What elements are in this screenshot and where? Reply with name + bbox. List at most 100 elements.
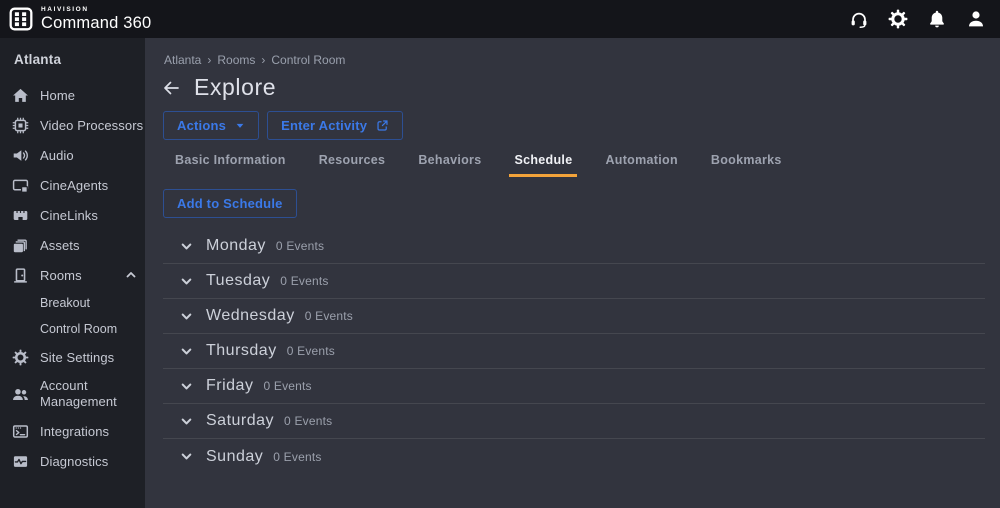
haivision-logo-icon	[9, 7, 33, 31]
chevron-down-icon	[180, 310, 193, 323]
day-event-count: 0 Events	[263, 379, 311, 393]
tab-resources[interactable]: Resources	[314, 153, 391, 177]
sidebar-item-label: Integrations	[40, 424, 109, 439]
schedule-list: Monday 0 Events Tuesday 0 Events Wednesd…	[163, 229, 985, 474]
screen-agent-icon	[12, 177, 29, 194]
sidebar-item-label: Video Processors	[40, 118, 143, 133]
day-name: Sunday	[206, 448, 263, 466]
title-row: Explore	[161, 74, 1000, 101]
schedule-day-thursday[interactable]: Thursday 0 Events	[163, 334, 985, 369]
sidebar-item-label: Home	[40, 88, 75, 103]
day-event-count: 0 Events	[305, 309, 353, 323]
caret-down-icon	[235, 121, 245, 130]
day-name: Monday	[206, 237, 266, 255]
gear-icon	[12, 349, 29, 366]
breadcrumb-separator: ›	[207, 53, 211, 67]
breadcrumb-control-room[interactable]: Control Room	[271, 53, 345, 67]
sidebar-item-home[interactable]: Home	[0, 80, 145, 110]
layers-icon	[12, 237, 29, 254]
sidebar-item-control-room[interactable]: Control Room	[0, 316, 145, 342]
day-name: Wednesday	[206, 307, 295, 325]
schedule-day-tuesday[interactable]: Tuesday 0 Events	[163, 264, 985, 299]
app-window: HAIVISION Command 360	[0, 0, 1000, 508]
account-person-icon[interactable]	[966, 9, 986, 29]
sidebar-item-label: Audio	[40, 148, 74, 163]
sidebar-item-label: Rooms	[40, 268, 82, 283]
add-row: Add to Schedule	[163, 189, 1000, 218]
day-name: Thursday	[206, 342, 277, 360]
actions-button[interactable]: Actions	[163, 111, 259, 140]
day-name: Friday	[206, 377, 253, 395]
day-event-count: 0 Events	[287, 344, 335, 358]
breadcrumb-separator: ›	[261, 53, 265, 67]
schedule-day-monday[interactable]: Monday 0 Events	[163, 229, 985, 264]
sidebar-item-audio[interactable]: Audio	[0, 140, 145, 170]
sidebar-item-rooms[interactable]: Rooms	[0, 260, 145, 290]
settings-gear-icon[interactable]	[888, 9, 908, 29]
sidebar-item-label: Site Settings	[40, 350, 114, 365]
sidebar-item-diagnostics[interactable]: Diagnostics	[0, 446, 145, 476]
notifications-bell-icon[interactable]	[927, 9, 947, 29]
chevron-up-icon	[125, 269, 137, 281]
sidebar-item-label: Assets	[40, 238, 80, 253]
main-content: Atlanta › Rooms › Control Room Explore A…	[145, 38, 1000, 508]
sidebar-subitem-label: Breakout	[40, 296, 90, 310]
page-title: Explore	[194, 74, 276, 101]
schedule-day-saturday[interactable]: Saturday 0 Events	[163, 404, 985, 439]
home-icon	[12, 87, 29, 104]
tab-basic-information[interactable]: Basic Information	[170, 153, 291, 177]
actions-button-label: Actions	[177, 118, 226, 133]
support-headset-icon[interactable]	[849, 9, 869, 29]
sidebar-item-cinelinks[interactable]: CineLinks	[0, 200, 145, 230]
sidebar-item-label: CineLinks	[40, 208, 98, 223]
chevron-down-icon	[180, 450, 193, 463]
sidebar-item-account-management[interactable]: Account Management	[0, 372, 145, 416]
haivision-logo[interactable]: HAIVISION Command 360	[9, 7, 151, 32]
day-event-count: 0 Events	[273, 450, 321, 464]
back-arrow-icon[interactable]	[161, 78, 181, 98]
tab-bookmarks[interactable]: Bookmarks	[706, 153, 787, 177]
sidebar-item-site-settings[interactable]: Site Settings	[0, 342, 145, 372]
day-name: Tuesday	[206, 272, 270, 290]
tab-behaviors[interactable]: Behaviors	[413, 153, 486, 177]
topbar: HAIVISION Command 360	[0, 0, 1000, 38]
sidebar-item-label: CineAgents	[40, 178, 108, 193]
sidebar-item-video-processors[interactable]: Video Processors	[0, 110, 145, 140]
breadcrumb-rooms[interactable]: Rooms	[217, 53, 255, 67]
chip-icon	[12, 117, 29, 134]
chevron-down-icon	[180, 345, 193, 358]
ethernet-icon	[12, 207, 29, 224]
sidebar-item-integrations[interactable]: Integrations	[0, 416, 145, 446]
terminal-icon	[12, 423, 29, 440]
people-icon	[12, 386, 29, 403]
add-to-schedule-button[interactable]: Add to Schedule	[163, 189, 297, 218]
breadcrumb: Atlanta › Rooms › Control Room	[164, 53, 1000, 67]
door-icon	[12, 267, 29, 284]
day-event-count: 0 Events	[276, 239, 324, 253]
sidebar-item-label: Diagnostics	[40, 454, 108, 469]
sidebar-item-assets[interactable]: Assets	[0, 230, 145, 260]
sidebar-item-cineagents[interactable]: CineAgents	[0, 170, 145, 200]
chevron-down-icon	[180, 380, 193, 393]
enter-activity-button[interactable]: Enter Activity	[267, 111, 403, 140]
add-to-schedule-label: Add to Schedule	[177, 196, 283, 211]
speaker-icon	[12, 147, 29, 164]
tab-automation[interactable]: Automation	[600, 153, 682, 177]
action-button-row: Actions Enter Activity	[163, 111, 1000, 140]
chevron-down-icon	[180, 275, 193, 288]
external-link-icon	[376, 119, 389, 132]
schedule-day-sunday[interactable]: Sunday 0 Events	[163, 439, 985, 474]
tab-bar: Basic Information Resources Behaviors Sc…	[170, 153, 1000, 177]
schedule-day-friday[interactable]: Friday 0 Events	[163, 369, 985, 404]
tab-schedule[interactable]: Schedule	[509, 153, 577, 177]
sidebar-item-breakout[interactable]: Breakout	[0, 290, 145, 316]
site-name: Atlanta	[0, 38, 145, 80]
product-name: Command 360	[41, 15, 151, 32]
breadcrumb-atlanta[interactable]: Atlanta	[164, 53, 201, 67]
day-name: Saturday	[206, 412, 274, 430]
chevron-down-icon	[180, 240, 193, 253]
sidebar-item-label: Account Management	[40, 378, 137, 410]
sidebar-subitem-label: Control Room	[40, 322, 117, 336]
schedule-day-wednesday[interactable]: Wednesday 0 Events	[163, 299, 985, 334]
chevron-down-icon	[180, 415, 193, 428]
